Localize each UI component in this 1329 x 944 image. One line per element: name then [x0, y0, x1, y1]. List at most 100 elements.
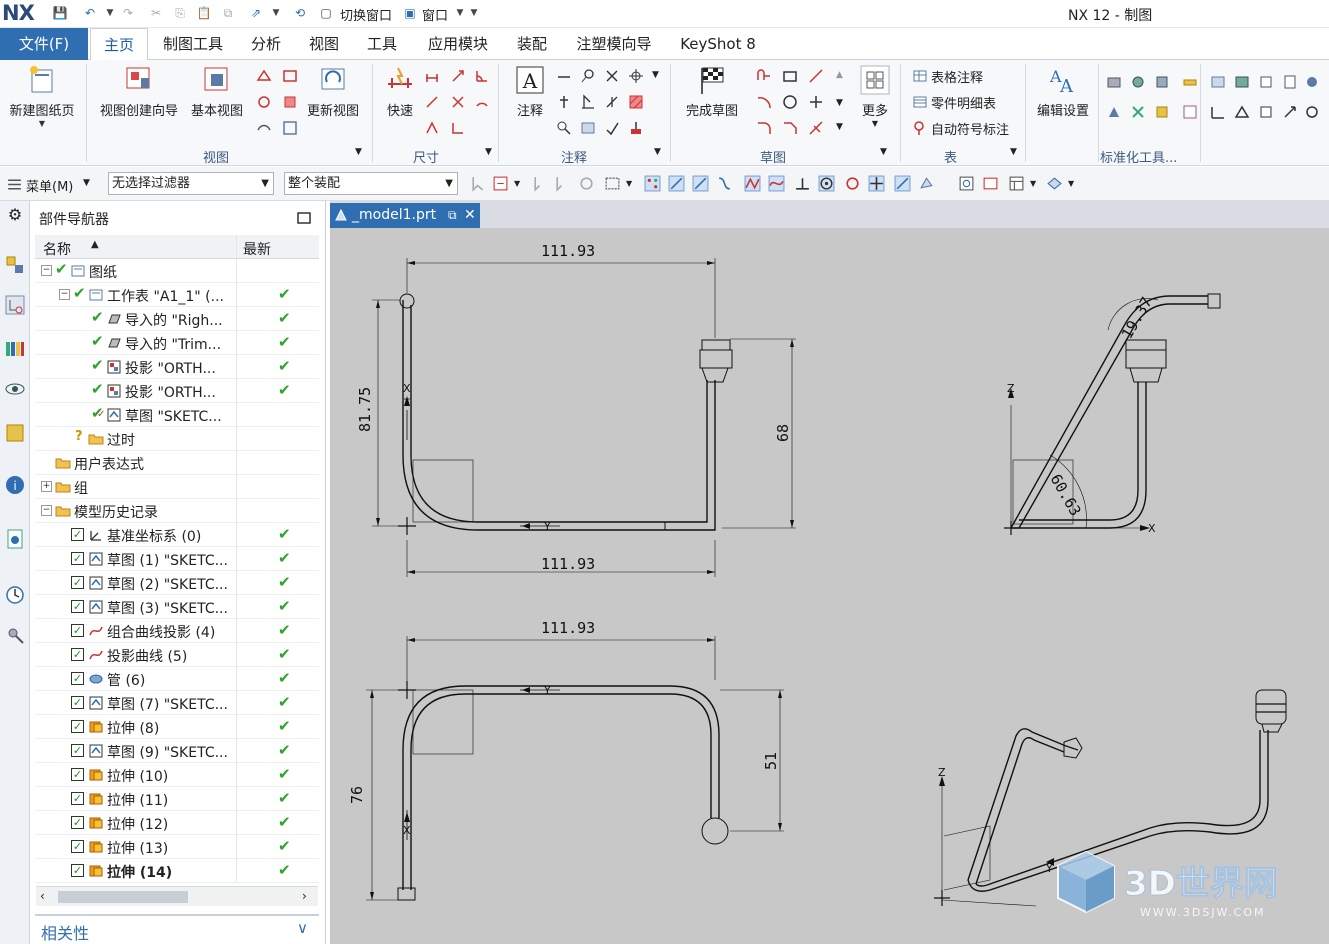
tree-row[interactable]: − 模型历史记录 — [35, 499, 319, 523]
tree-row[interactable]: ✔ 导入的 "Trim... ✔ — [35, 331, 319, 355]
extra-tool-3-icon[interactable] — [1258, 74, 1274, 90]
arc-length-dimension-icon[interactable] — [474, 94, 490, 110]
thickness-dimension-icon[interactable] — [450, 94, 466, 110]
undo-dropdown-icon[interactable]: ▼ — [102, 5, 118, 21]
visualization-icon[interactable] — [4, 378, 26, 400]
collapse-icon[interactable]: − — [59, 289, 70, 300]
chamfer-icon[interactable] — [782, 120, 798, 136]
sort-ascending-icon[interactable]: ▲ — [91, 239, 99, 250]
standard-tool-6-icon[interactable] — [1130, 104, 1146, 120]
section-view-icon[interactable] — [282, 68, 298, 84]
extra-tool-6-icon[interactable] — [1210, 104, 1226, 120]
tab-application[interactable]: 应用模块 — [418, 28, 498, 60]
circle-icon[interactable] — [782, 94, 798, 110]
table-note-button[interactable]: 表格注释 — [931, 67, 983, 86]
close-icon[interactable]: ✕ — [464, 203, 476, 228]
chevron-down-icon[interactable]: ∨ — [297, 919, 308, 937]
tree-row[interactable]: 用户表达式 — [35, 451, 319, 475]
dim-plan-right[interactable]: 51 — [762, 752, 780, 770]
perpendicular-snap-icon[interactable] — [794, 175, 811, 192]
feature-select-icon[interactable] — [578, 175, 595, 192]
collapse-icon[interactable]: − — [41, 265, 52, 276]
radial-dimension-icon[interactable] — [450, 68, 466, 84]
type-filter-icon[interactable] — [492, 175, 509, 192]
table-group-more-icon[interactable]: ▼ — [1010, 147, 1017, 157]
paste-icon[interactable]: 📋 — [196, 5, 212, 21]
angular-dimension-icon[interactable] — [474, 68, 490, 84]
tree-row[interactable]: ✓ 草图 (9) "SKETC... ✔ — [35, 739, 319, 763]
projected-view-icon[interactable] — [256, 68, 272, 84]
image-icon[interactable] — [580, 120, 596, 136]
suppress-checkbox[interactable]: ✓ — [71, 552, 84, 565]
existing-point-snap-icon[interactable] — [868, 175, 885, 192]
new-sheet-button[interactable]: 新建图纸页 ▼ — [4, 64, 80, 128]
arc-icon[interactable] — [756, 94, 772, 110]
chamfer-dimension-icon[interactable] — [424, 94, 440, 110]
extra-tool-10-icon[interactable] — [1304, 104, 1320, 120]
tree-row[interactable]: ✓ 管 (6) ✔ — [35, 667, 319, 691]
annotation-group-more-icon[interactable]: ▼ — [654, 147, 661, 157]
cut-icon[interactable]: ✂ — [148, 5, 164, 21]
midpoint-snap-icon[interactable] — [692, 175, 709, 192]
horizontal-scrollbar[interactable]: ‹ › — [36, 886, 318, 906]
dim-left-height[interactable]: 81.75 — [356, 387, 374, 432]
maximize-icon[interactable] — [297, 211, 311, 225]
new-sheet-dropdown-icon[interactable]: ▼ — [4, 119, 80, 128]
dim-plan-width[interactable]: 111.93 — [541, 619, 595, 637]
plan-view[interactable] — [366, 636, 784, 901]
column-header-latest[interactable]: 最新 — [243, 239, 271, 259]
centermark-dropdown-icon[interactable]: ▼ — [652, 70, 659, 80]
weld-symbol-icon[interactable] — [556, 94, 572, 110]
tree-row[interactable]: ? 过时 — [35, 427, 319, 451]
drawing-canvas[interactable]: 111.93 81.75 68 111.93 19.37 60.63 111.9… — [330, 228, 1329, 944]
suppress-checkbox[interactable]: ✓ — [71, 648, 84, 661]
sketch-scroll-up-icon[interactable]: ▲ — [836, 70, 843, 80]
area-fill-icon[interactable] — [628, 120, 644, 136]
select-all-icon[interactable] — [532, 175, 549, 192]
tree-row[interactable]: ✔ ✓ 草图 "SKETC... — [35, 403, 319, 427]
hatch-icon[interactable] — [628, 94, 644, 110]
tree-row[interactable]: + 组 — [35, 475, 319, 499]
tab-mold-wizard[interactable]: 注塑模向导 — [566, 28, 662, 60]
fillet-icon[interactable] — [756, 120, 772, 136]
tree-row[interactable]: ✓ 拉伸 (11) ✔ — [35, 787, 319, 811]
point-on-face-snap-icon[interactable] — [918, 175, 935, 192]
web-browser-icon[interactable]: i — [4, 474, 26, 496]
command-finder-icon[interactable]: ⟲ — [292, 5, 308, 21]
rectangle-icon[interactable] — [782, 68, 798, 84]
tab-keyshot[interactable]: KeyShot 8 — [672, 28, 764, 60]
tab-view[interactable]: 视图 — [300, 28, 348, 60]
tree-row[interactable]: ✔ 导入的 "Righ... ✔ — [35, 307, 319, 331]
standard-tool-5-icon[interactable] — [1106, 104, 1122, 120]
document-tab[interactable]: _model1.prt ⧉ ✕ — [330, 203, 480, 228]
selection-filter-select[interactable]: 无选择过滤器 ▼ — [108, 172, 274, 195]
collapse-icon[interactable]: − — [41, 505, 52, 516]
auto-balloon-button[interactable]: 自动符号标注 — [931, 119, 1009, 138]
suppress-checkbox[interactable]: ✓ — [71, 576, 84, 589]
tree-row[interactable]: ✓ 组合曲线投影 (4) ✔ — [35, 619, 319, 643]
linear-dimension-icon[interactable] — [424, 68, 440, 84]
rectangle-select-dropdown-icon[interactable]: ▼ — [626, 179, 632, 188]
reuse-library-icon[interactable] — [4, 338, 26, 360]
suppress-checkbox[interactable]: ✓ — [71, 720, 84, 733]
document-icon[interactable] — [4, 528, 26, 550]
tree-row[interactable]: ✔ 投影 "ORTH... ✔ — [35, 379, 319, 403]
column-header-name[interactable]: 名称 — [43, 239, 71, 259]
point-icon[interactable] — [808, 94, 824, 110]
menu-dropdown-icon[interactable]: ▼ — [83, 178, 90, 188]
intersection-symbol-icon[interactable] — [604, 68, 620, 84]
switch-window-button[interactable]: 切换窗口 — [340, 5, 392, 24]
sketch-scroll-down-icon[interactable]: ▼ — [836, 98, 843, 108]
tree-row[interactable]: ✓ 拉伸 (14) ✔ — [35, 859, 319, 883]
dim-top-width[interactable]: 111.93 — [541, 242, 595, 260]
history-clock-icon[interactable] — [4, 584, 26, 606]
feature-control-frame-icon[interactable] — [556, 68, 572, 84]
edit-settings-button[interactable]: AA 编辑设置 — [1030, 64, 1096, 119]
visible-check-icon[interactable]: ✔ — [91, 380, 104, 398]
render-style-dropdown-icon[interactable]: ▼ — [1068, 179, 1074, 188]
layout-icon[interactable] — [1008, 175, 1025, 192]
tree-row[interactable]: ✓ 拉伸 (12) ✔ — [35, 811, 319, 835]
suppress-checkbox[interactable]: ✓ — [71, 624, 84, 637]
intersection-snap-icon[interactable] — [744, 175, 761, 192]
redo-icon[interactable]: ↷ — [120, 5, 136, 21]
